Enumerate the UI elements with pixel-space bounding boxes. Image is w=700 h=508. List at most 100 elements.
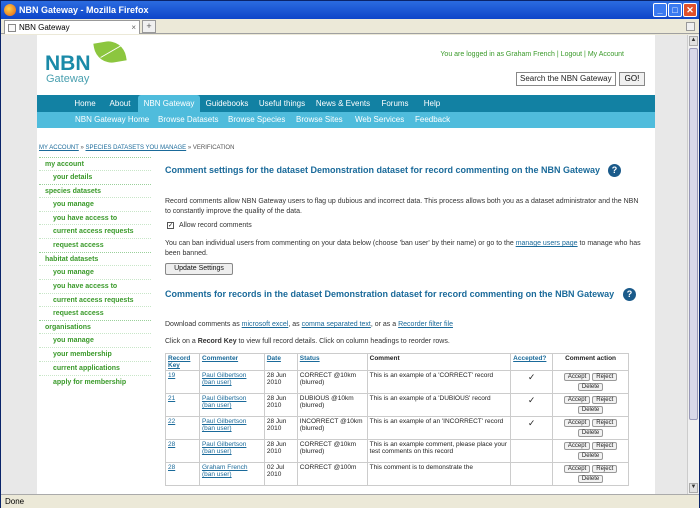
nav-forums[interactable]: Forums bbox=[379, 95, 411, 112]
delete-button[interactable]: Delete bbox=[577, 452, 604, 460]
nav-about[interactable]: About bbox=[107, 95, 133, 112]
commenter-link[interactable]: Paul Gilbertson bbox=[202, 418, 246, 425]
delete-button[interactable]: Delete bbox=[577, 429, 604, 437]
minimize-button[interactable]: _ bbox=[653, 3, 667, 17]
col-commenter[interactable]: Commenter bbox=[202, 355, 238, 362]
col-record-key[interactable]: Record Key bbox=[168, 355, 190, 369]
sidebar-item-species-access[interactable]: you have access to bbox=[39, 210, 151, 225]
logo-gateway[interactable]: Gateway bbox=[46, 73, 89, 85]
commenter-link[interactable]: Paul Gilbertson bbox=[202, 395, 246, 402]
scroll-down-icon[interactable]: ▼ bbox=[689, 483, 698, 493]
ban-user-link[interactable]: (ban user) bbox=[202, 448, 232, 455]
record-key-link[interactable]: 19 bbox=[168, 372, 175, 379]
nav-help[interactable]: Help bbox=[421, 95, 443, 112]
accept-button[interactable]: Accept bbox=[563, 442, 591, 450]
scroll-up-icon[interactable]: ▲ bbox=[689, 36, 698, 46]
sidebar-item-org-apply[interactable]: apply for membership bbox=[39, 374, 151, 389]
subnav-gateway-home[interactable]: NBN Gateway Home bbox=[75, 112, 149, 128]
help-icon[interactable]: ? bbox=[608, 164, 621, 177]
nav-news-events[interactable]: News & Events bbox=[315, 95, 371, 112]
close-window-button[interactable]: ✕ bbox=[683, 3, 697, 17]
sidebar-item-org-membership[interactable]: your membership bbox=[39, 346, 151, 361]
commenter-link[interactable]: Graham French bbox=[202, 464, 248, 471]
ban-user-link[interactable]: (ban user) bbox=[202, 425, 232, 432]
window-title: NBN Gateway - Mozilla Firefox bbox=[19, 5, 149, 15]
tab-list-button[interactable] bbox=[686, 22, 695, 31]
breadcrumb-my-account[interactable]: MY ACCOUNT bbox=[39, 145, 79, 151]
sidebar-item-habitat-access[interactable]: you have access to bbox=[39, 278, 151, 293]
sidebar-head-species-datasets[interactable]: species datasets bbox=[39, 183, 151, 197]
allow-comments-checkbox[interactable]: ✓ bbox=[167, 222, 174, 229]
nav-guidebooks[interactable]: Guidebooks bbox=[205, 95, 249, 112]
sidebar-head-organisations[interactable]: organisations bbox=[39, 320, 151, 333]
ban-user-link[interactable]: (ban user) bbox=[202, 471, 232, 478]
page-icon bbox=[8, 24, 16, 32]
sidebar-item-your-details[interactable]: your details bbox=[39, 170, 151, 184]
sidebar-item-species-request-access[interactable]: request access bbox=[39, 238, 151, 252]
sidebar-item-species-requests[interactable]: current access requests bbox=[39, 224, 151, 238]
delete-button[interactable]: Delete bbox=[577, 475, 604, 483]
subnav-feedback[interactable]: Feedback bbox=[415, 112, 450, 128]
update-settings-button[interactable]: Update Settings bbox=[165, 263, 233, 275]
accept-button[interactable]: Accept bbox=[563, 419, 591, 427]
sidebar-head-my-account[interactable]: my account bbox=[39, 157, 151, 170]
col-accepted[interactable]: Accepted? bbox=[513, 355, 546, 362]
new-tab-button[interactable]: + bbox=[142, 20, 156, 33]
download-excel-link[interactable]: microsoft excel bbox=[242, 321, 289, 328]
reject-button[interactable]: Reject bbox=[592, 373, 618, 381]
commenter-link[interactable]: Paul Gilbertson bbox=[202, 372, 246, 379]
sidebar-item-habitat-request-access[interactable]: request access bbox=[39, 306, 151, 320]
col-status[interactable]: Status bbox=[300, 355, 320, 362]
click-text-1: Click on a bbox=[165, 338, 196, 345]
record-key-link[interactable]: 28 bbox=[168, 441, 175, 448]
help-icon[interactable]: ? bbox=[623, 288, 636, 301]
accept-button[interactable]: Accept bbox=[563, 396, 591, 404]
ban-text-3: been banned. bbox=[165, 250, 208, 257]
search-input[interactable]: Search the NBN Gateway bbox=[516, 72, 616, 86]
reject-button[interactable]: Reject bbox=[592, 442, 618, 450]
sidebar-head-habitat-datasets[interactable]: habitat datasets bbox=[39, 251, 151, 265]
col-date[interactable]: Date bbox=[267, 355, 281, 362]
table-row: 28 Graham French (ban user) 02 Jul 2010 CORR… bbox=[165, 462, 629, 486]
nav-nbn-gateway[interactable]: NBN Gateway bbox=[138, 95, 200, 112]
accept-button[interactable]: Accept bbox=[563, 373, 591, 381]
record-status: CORRECT @100m bbox=[296, 462, 368, 486]
reject-button[interactable]: Reject bbox=[592, 419, 618, 427]
primary-nav: Home About NBN Gateway Guidebooks Useful… bbox=[37, 95, 655, 112]
nav-useful-things[interactable]: Useful things bbox=[257, 95, 307, 112]
download-recorder-link[interactable]: Recorder filter file bbox=[398, 321, 453, 328]
nav-home[interactable]: Home bbox=[71, 95, 99, 112]
breadcrumb-species-datasets[interactable]: SPECIES DATASETS YOU MANAGE bbox=[85, 145, 186, 151]
subnav-browse-datasets[interactable]: Browse Datasets bbox=[158, 112, 218, 128]
logout-link[interactable]: Logout bbox=[561, 51, 582, 58]
record-key-link[interactable]: 21 bbox=[168, 395, 175, 402]
col-comment: Comment bbox=[366, 353, 512, 371]
reject-button[interactable]: Reject bbox=[592, 396, 618, 404]
reject-button[interactable]: Reject bbox=[592, 465, 618, 473]
my-account-link[interactable]: My Account bbox=[588, 51, 624, 58]
delete-button[interactable]: Delete bbox=[577, 383, 604, 391]
record-key-link[interactable]: 28 bbox=[168, 464, 175, 471]
subnav-web-services[interactable]: Web Services bbox=[355, 112, 404, 128]
subnav-browse-species[interactable]: Browse Species bbox=[228, 112, 285, 128]
sidebar-item-org-applications[interactable]: current applications bbox=[39, 360, 151, 375]
ban-user-link[interactable]: (ban user) bbox=[202, 402, 232, 409]
scroll-thumb[interactable] bbox=[689, 48, 698, 420]
sidebar-item-habitat-requests[interactable]: current access requests bbox=[39, 292, 151, 307]
tab-close-icon[interactable]: × bbox=[131, 21, 136, 34]
vertical-scrollbar[interactable]: ▲ ▼ bbox=[687, 35, 699, 494]
maximize-button[interactable]: □ bbox=[668, 3, 682, 17]
ban-user-link[interactable]: (ban user) bbox=[202, 379, 232, 386]
download-csv-link[interactable]: comma separated text bbox=[302, 321, 371, 328]
tab-nbn-gateway[interactable]: NBN Gateway × bbox=[4, 20, 140, 34]
accept-button[interactable]: Accept bbox=[563, 465, 591, 473]
record-key-link[interactable]: 22 bbox=[168, 418, 175, 425]
delete-button[interactable]: Delete bbox=[577, 406, 604, 414]
search-go-button[interactable]: GO! bbox=[619, 72, 645, 86]
subnav-browse-sites[interactable]: Browse Sites bbox=[296, 112, 343, 128]
sidebar-item-habitat-you-manage[interactable]: you manage bbox=[39, 264, 151, 279]
sidebar-item-org-you-manage[interactable]: you manage bbox=[39, 333, 151, 347]
manage-users-link[interactable]: manage users page bbox=[516, 240, 578, 247]
sidebar-item-species-you-manage[interactable]: you manage bbox=[39, 196, 151, 211]
commenter-link[interactable]: Paul Gilbertson bbox=[202, 441, 246, 448]
